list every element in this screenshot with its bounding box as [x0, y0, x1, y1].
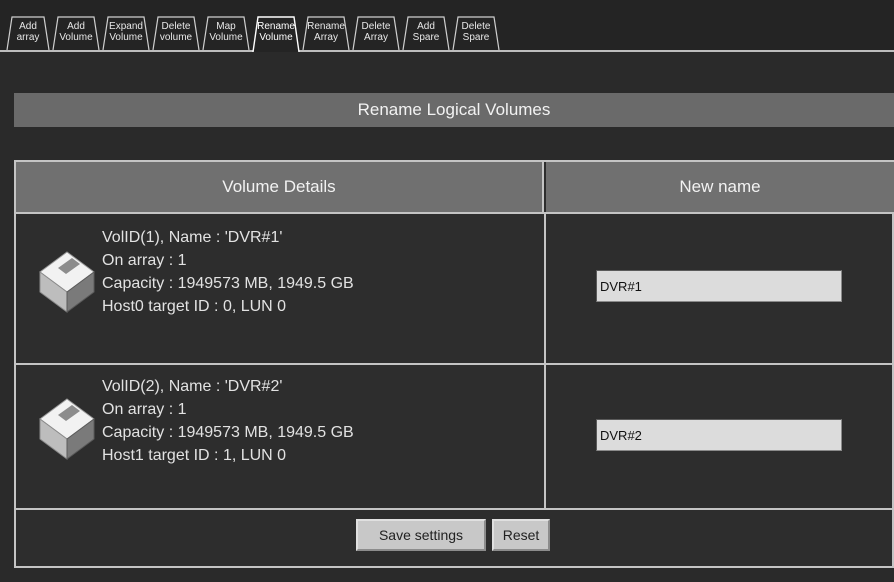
volume-capacity: Capacity : 1949573 MB, 1949.5 GB	[102, 275, 354, 292]
tab-delete-spare[interactable]: Delete Spare	[452, 14, 500, 50]
volume-target: Host1 target ID : 1, LUN 0	[102, 447, 287, 464]
volume-id-name: VolID(1), Name : 'DVR#1'	[102, 229, 283, 246]
volume-target: Host0 target ID : 0, LUN 0	[102, 298, 287, 315]
tab-baseline	[0, 50, 894, 52]
new-name-input-1[interactable]	[596, 270, 842, 302]
reset-button[interactable]: Reset	[492, 519, 550, 551]
tab-rename-volume[interactable]: Rename Volume	[252, 14, 300, 52]
tab-add-array[interactable]: Add array	[6, 14, 50, 50]
volume-details: VolID(2), Name : 'DVR#2' On array : 1 Ca…	[102, 375, 354, 467]
tab-delete-volume[interactable]: Delete volume	[152, 14, 200, 50]
tab-add-volume[interactable]: Add Volume	[52, 14, 100, 50]
disk-volume-icon	[39, 251, 95, 313]
column-header-new-name: New name	[546, 162, 894, 212]
tab-bar: Add array Add Volume Expand Volume Delete vo…	[0, 0, 894, 52]
tab-delete-array[interactable]: Delete Array	[352, 14, 400, 50]
volume-table: Volume Details New name VolID(1), Name :…	[14, 160, 894, 568]
disk-volume-icon	[39, 398, 95, 460]
row-divider	[16, 508, 892, 510]
tab-expand-volume[interactable]: Expand Volume	[102, 14, 150, 50]
volume-capacity: Capacity : 1949573 MB, 1949.5 GB	[102, 424, 354, 441]
volume-array: On array : 1	[102, 401, 187, 418]
tab-add-spare[interactable]: Add Spare	[402, 14, 450, 50]
volume-array: On array : 1	[102, 252, 187, 269]
column-header-volume-details: Volume Details	[16, 162, 544, 212]
tab-rename-array[interactable]: Rename Array	[302, 14, 350, 50]
tab-map-volume[interactable]: Map Volume	[202, 14, 250, 50]
table-row: VolID(2), Name : 'DVR#2' On array : 1 Ca…	[16, 365, 892, 508]
volume-details: VolID(1), Name : 'DVR#1' On array : 1 Ca…	[102, 226, 354, 318]
volume-id-name: VolID(2), Name : 'DVR#2'	[102, 378, 283, 395]
page-title: Rename Logical Volumes	[14, 93, 894, 127]
save-settings-button[interactable]: Save settings	[356, 519, 486, 551]
new-name-input-2[interactable]	[596, 419, 842, 451]
table-row: VolID(1), Name : 'DVR#1' On array : 1 Ca…	[16, 214, 892, 363]
